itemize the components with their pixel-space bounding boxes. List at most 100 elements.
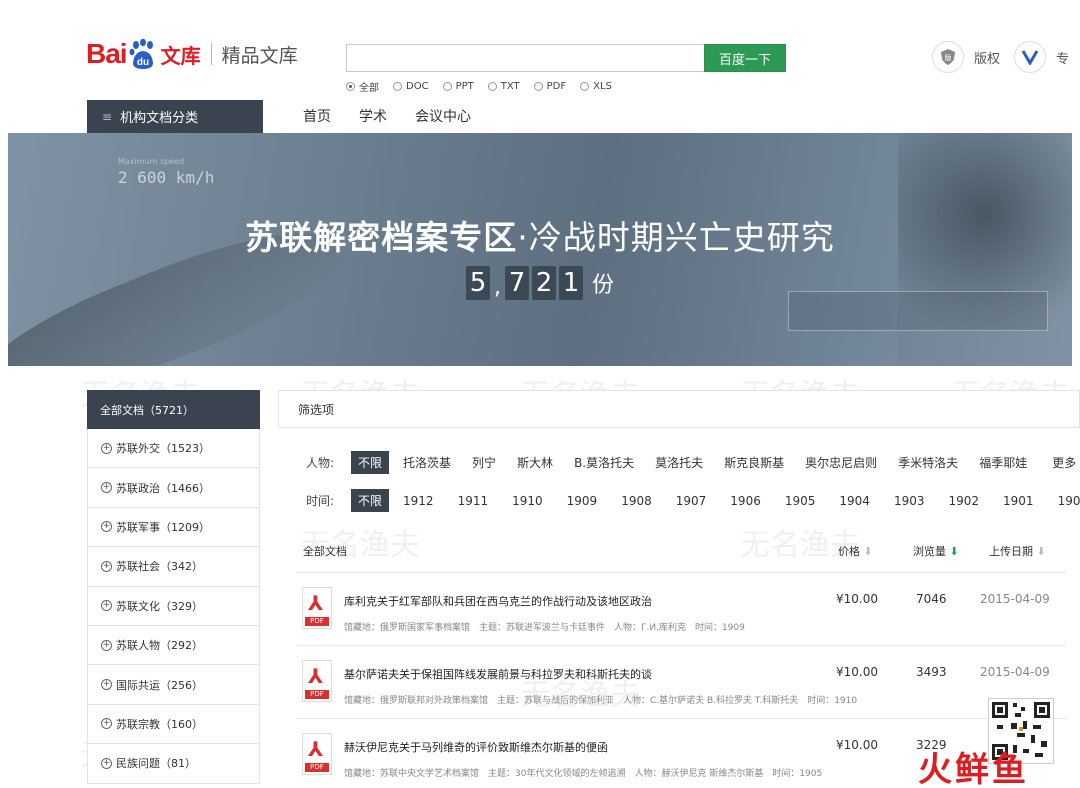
sidebar-item-politics[interactable]: + 苏联政治（1466） [87, 468, 260, 508]
sort-by-price[interactable]: 价格 ⬇ [838, 543, 873, 559]
expand-plus-icon[interactable]: + [101, 600, 112, 612]
expand-plus-icon[interactable]: + [101, 679, 112, 691]
baidu-paw-icon: du [128, 38, 158, 69]
sidebar-item-religion[interactable]: + 苏联宗教（160） [87, 704, 260, 745]
document-title[interactable]: 基尔萨诺夫关于保祖国阵线发展前景与科拉罗夫和科斯托夫的谈 [344, 666, 652, 682]
expand-plus-icon[interactable]: + [101, 442, 112, 454]
time-tag[interactable]: 1908 [614, 491, 659, 511]
nav-conference-center[interactable]: 会议中心 [415, 106, 471, 126]
expand-plus-icon[interactable]: + [101, 639, 112, 651]
doc-type-all[interactable]: 全部 [346, 79, 379, 94]
sidebar-item-military[interactable]: + 苏联军事（1209） [87, 507, 260, 548]
sidebar-item-all[interactable]: 全部文档（5721） [87, 390, 260, 429]
sidebar-item-ethnic-issues[interactable]: + 民族问题（81） [87, 744, 260, 784]
search-bar: 百度一下 [346, 44, 788, 72]
svg-text:版: 版 [945, 53, 952, 62]
copyright-shield-icon[interactable]: 版 [932, 41, 964, 73]
time-tag[interactable]: 1901 [996, 491, 1041, 511]
category-sidebar: 全部文档（5721） + 苏联外交（1523） + 苏联政治（1466） + 苏联军事… [87, 390, 260, 784]
person-tag[interactable]: 列宁 [465, 451, 503, 474]
time-tag[interactable]: 1912 [396, 491, 441, 511]
person-filter-row: 人物: 不限 托洛茨基 列宁 斯大林 B.莫洛托夫 莫洛托夫 斯克良斯基 奥尔忠… [306, 451, 1080, 474]
doc-type-xls[interactable]: XLS [580, 79, 612, 94]
speed-label: Maximum speed [118, 157, 185, 166]
person-tag[interactable]: B.莫洛托夫 [567, 451, 641, 474]
expand-plus-icon[interactable]: + [101, 757, 112, 769]
doc-type-doc[interactable]: DOC [393, 79, 429, 94]
sort-by-views[interactable]: 浏览量 ⬇ [913, 543, 959, 559]
radio-icon[interactable] [533, 82, 543, 91]
institution-category-button[interactable]: ≡ 机构文档分类 [87, 100, 263, 133]
pdf-file-icon: ⅄ PDF [302, 587, 332, 629]
list-item[interactable]: ⅄ PDF 库利克关于红军部队和兵团在西乌克兰的作战行动及该地区政治 馆藏地：俄罗… [296, 573, 1066, 646]
time-tag[interactable]: 1904 [832, 491, 877, 511]
person-tag[interactable]: 奥尔忠尼启则 [798, 451, 884, 474]
expand-plus-icon[interactable]: + [101, 560, 112, 572]
time-tag[interactable]: 1902 [941, 491, 986, 511]
document-title[interactable]: 赫沃伊尼克关于马列维奇的评价致斯维杰尔斯基的便函 [344, 739, 608, 755]
person-tag[interactable]: 斯克良斯基 [717, 451, 791, 474]
copyright-link[interactable]: 版权 [974, 48, 1000, 67]
person-tag[interactable]: 季米特洛夫 [891, 451, 965, 474]
counter-comma: , [493, 275, 501, 300]
radio-icon[interactable] [487, 82, 497, 91]
time-tag[interactable]: 1905 [778, 491, 823, 511]
banner[interactable]: Maximum speed 2 600 km/h 苏联解密档案专区·冷战时期兴亡… [8, 133, 1072, 366]
counter-digit: 2 [531, 266, 556, 300]
filter-header: 筛选项 [278, 390, 1080, 428]
logo-divider [210, 43, 212, 65]
radio-icon[interactable] [580, 82, 590, 91]
sidebar-item-people[interactable]: + 苏联人物（292） [87, 625, 260, 666]
doc-type-txt[interactable]: TXT [487, 79, 520, 94]
radio-selected-icon[interactable] [346, 82, 355, 91]
person-tag[interactable]: 福季耶娃 [972, 451, 1034, 474]
verified-v-icon[interactable] [1014, 41, 1047, 73]
pdf-file-icon: ⅄ PDF [302, 733, 332, 775]
sort-by-date[interactable]: 上传日期 ⬇ [989, 543, 1046, 559]
sidebar-item-society[interactable]: + 苏联社会（342） [87, 547, 260, 587]
time-tag[interactable]: 1911 [451, 491, 496, 511]
expand-plus-icon[interactable]: + [101, 718, 112, 730]
radio-icon[interactable] [393, 82, 402, 91]
person-tag[interactable]: 斯大林 [510, 451, 560, 474]
time-tag[interactable]: 1900 [1051, 491, 1080, 511]
search-input[interactable] [346, 44, 706, 72]
document-meta: 馆藏地：苏联中央文学艺术档案馆 主题：30年代文化领域的左倾追溯 人物：赫沃伊尼… [344, 769, 823, 779]
doc-type-ppt[interactable]: PPT [442, 79, 474, 94]
product-name: 精品文库 [221, 44, 298, 67]
sidebar-item-diplomacy[interactable]: + 苏联外交（1523） [87, 429, 260, 469]
doc-type-pdf[interactable]: PDF [533, 79, 566, 94]
time-tag-any[interactable]: 不限 [351, 489, 390, 512]
baidu-wenku-logo[interactable]: Bai du 文库 精品文库 [86, 34, 298, 74]
top-right-links: 版 版权 专 [932, 41, 1073, 73]
more-persons-link[interactable]: 更多 [1045, 451, 1080, 474]
list-header-all: 全部文档 [303, 545, 347, 558]
next-link-truncated[interactable]: 专 [1056, 48, 1069, 67]
sidebar-item-culture[interactable]: + 苏联文化（329） [87, 586, 260, 626]
nav-academic[interactable]: 学术 [359, 106, 387, 126]
sort-down-icon: ⬇ [1036, 545, 1046, 558]
search-button[interactable]: 百度一下 [704, 44, 786, 72]
document-title[interactable]: 库利克关于红军部队和兵团在西乌克兰的作战行动及该地区政治 [344, 593, 652, 609]
doc-type-filter: 全部 DOC PPT TXT PDF XLS [346, 79, 612, 94]
time-tag[interactable]: 1906 [723, 491, 768, 511]
radio-icon[interactable] [442, 82, 452, 91]
document-views: 7046 [916, 592, 947, 606]
expand-plus-icon[interactable]: + [101, 482, 112, 494]
person-tag[interactable]: 莫洛托夫 [648, 451, 710, 474]
sort-down-icon: ⬇ [863, 545, 873, 558]
document-date: 2015-04-09 [980, 665, 1050, 679]
time-tag[interactable]: 1910 [505, 491, 550, 511]
sidebar-item-international-communism[interactable]: + 国际共运（256） [87, 665, 260, 705]
expand-plus-icon[interactable]: + [101, 521, 112, 533]
document-views: 3493 [916, 665, 947, 679]
time-tag[interactable]: 1903 [887, 491, 932, 511]
time-tag[interactable]: 1909 [560, 491, 605, 511]
list-item[interactable]: ⅄ PDF 基尔萨诺夫关于保祖国阵线发展前景与科拉罗夫和科斯托夫的谈 馆藏地：俄罗… [296, 646, 1066, 719]
nav-home[interactable]: 首页 [303, 106, 331, 126]
time-tag[interactable]: 1907 [669, 491, 714, 511]
person-tag-any[interactable]: 不限 [351, 451, 390, 474]
person-tag[interactable]: 托洛茨基 [396, 451, 458, 474]
document-date: 2015-04-09 [980, 592, 1050, 606]
sort-down-active-icon: ⬇ [949, 545, 959, 558]
